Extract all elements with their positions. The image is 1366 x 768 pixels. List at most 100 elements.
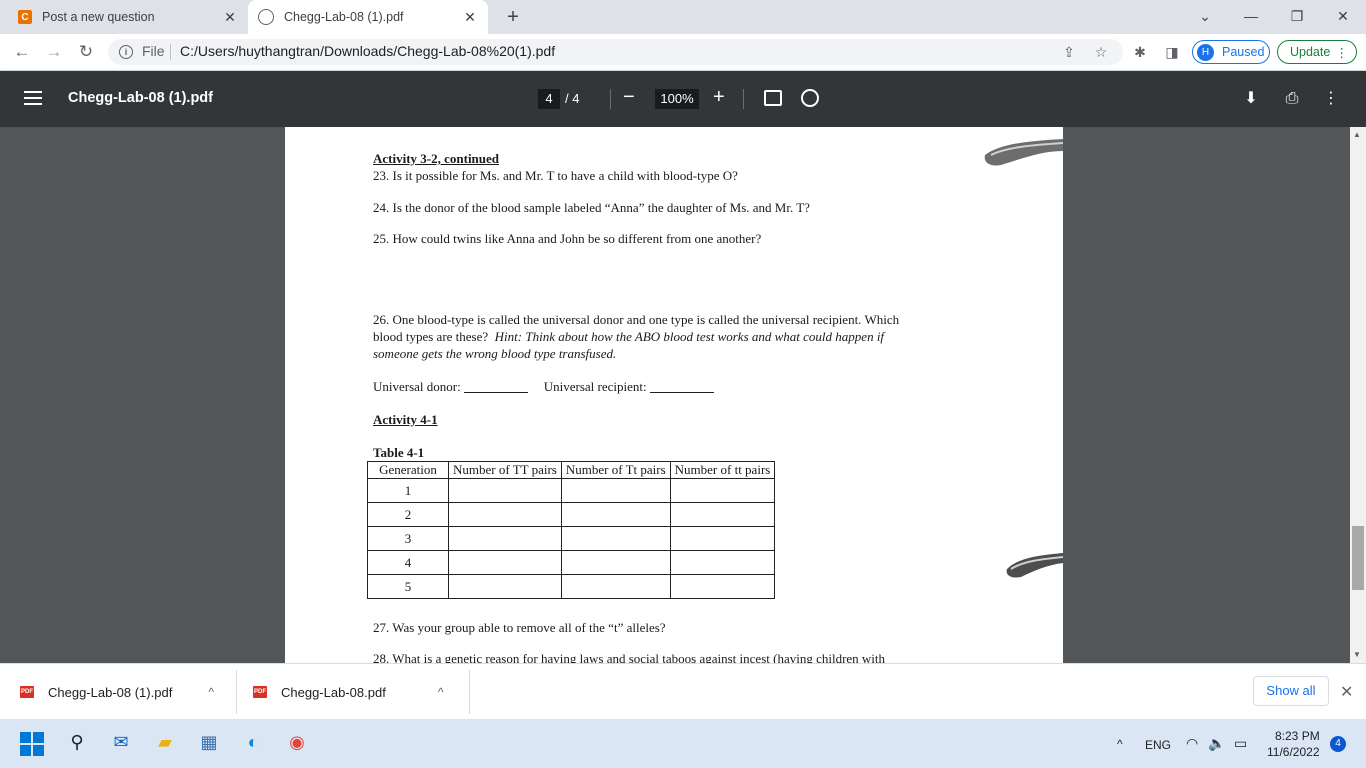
- tab-pdf[interactable]: Chegg-Lab-08 (1).pdf ✕: [248, 0, 488, 34]
- activity-heading-continued: Activity 3-2, continued: [373, 151, 500, 166]
- generation-cell: 3: [367, 526, 449, 551]
- chrome-icon[interactable]: ◉: [284, 729, 310, 755]
- profile-button[interactable]: H Paused: [1192, 40, 1270, 64]
- table-cell: [448, 526, 562, 551]
- url-text[interactable]: C:/Users/huythangtran/Downloads/Chegg-La…: [180, 43, 555, 59]
- pdf-file-icon: PDF: [253, 686, 267, 698]
- close-tab-icon[interactable]: ✕: [462, 9, 478, 26]
- clock-time[interactable]: 8:23 PM: [1275, 729, 1320, 743]
- universal-donor-blank: [463, 392, 528, 393]
- info-icon[interactable]: i: [119, 45, 133, 59]
- table-4-1: Generation Number of TT pairs Number of …: [367, 461, 776, 599]
- download-divider: [469, 670, 470, 714]
- zoom-out-button[interactable]: −: [623, 86, 635, 109]
- kebab-menu-icon: ⋮: [1335, 45, 1349, 60]
- hamburger-menu-icon[interactable]: [24, 91, 42, 105]
- language-indicator[interactable]: ENG: [1145, 738, 1171, 752]
- question-26-line2: blood types are these? Hint: Think about…: [373, 329, 884, 345]
- scroll-down-arrow-icon[interactable]: ▼: [1353, 650, 1361, 659]
- tray-chevron-icon[interactable]: ^: [1117, 737, 1123, 751]
- universal-donor-label: Universal donor:: [373, 379, 461, 394]
- tab-search-icon[interactable]: ⌄: [1182, 0, 1228, 34]
- address-separator: [170, 44, 171, 60]
- download-divider: [236, 670, 237, 714]
- table-row: 4: [367, 550, 776, 575]
- binder-ring-shadow-top: [984, 139, 1063, 166]
- mail-icon[interactable]: ✉: [108, 729, 134, 755]
- table-cell: [448, 574, 562, 599]
- reload-button[interactable]: ↻: [74, 40, 98, 64]
- edge-icon[interactable]: ◐: [240, 729, 266, 755]
- column-header: Number of TT pairs: [448, 461, 562, 479]
- question-26-text: blood types are these?: [373, 329, 489, 344]
- generation-cell: 2: [367, 502, 449, 527]
- profile-status: Paused: [1222, 45, 1265, 59]
- fit-to-page-icon[interactable]: [764, 90, 782, 106]
- question-23: 23. Is it possible for Ms. and Mr. T to …: [373, 168, 738, 183]
- windows-start-icon[interactable]: [20, 732, 44, 756]
- bookmark-star-icon[interactable]: ☆: [1090, 41, 1112, 63]
- battery-icon[interactable]: ▭: [1234, 735, 1247, 752]
- question-24: 24. Is the donor of the blood sample lab…: [373, 200, 810, 215]
- table-cell: [669, 478, 776, 503]
- table-row: 3: [367, 526, 776, 551]
- file-explorer-icon[interactable]: ▰: [152, 729, 178, 755]
- rotate-icon[interactable]: [801, 89, 819, 107]
- table-header-row: Generation Number of TT pairs Number of …: [367, 461, 776, 479]
- clock-date[interactable]: 11/6/2022: [1267, 745, 1320, 759]
- table-cell: [669, 502, 776, 527]
- download-item[interactable]: PDF Chegg-Lab-08.pdf ^: [253, 676, 443, 708]
- universal-recipient-blank: [649, 392, 714, 393]
- download-icon[interactable]: ⬇: [1240, 88, 1262, 110]
- zoom-level-input[interactable]: 100%: [655, 89, 699, 109]
- table-cell: [669, 550, 776, 575]
- download-item[interactable]: PDF Chegg-Lab-08 (1).pdf ^: [20, 676, 214, 708]
- volume-icon[interactable]: 🔈: [1208, 735, 1225, 752]
- scroll-up-arrow-icon[interactable]: ▲: [1353, 130, 1361, 139]
- close-window-button[interactable]: ✕: [1320, 0, 1366, 34]
- close-downloads-icon[interactable]: ✕: [1340, 682, 1353, 702]
- table-cell: [669, 526, 776, 551]
- table-title: Table 4-1: [373, 445, 425, 460]
- table-cell: [448, 502, 562, 527]
- minimize-button[interactable]: —: [1228, 0, 1274, 34]
- side-panel-icon[interactable]: ◨: [1161, 41, 1183, 63]
- search-icon[interactable]: ⚲: [64, 729, 90, 755]
- page-number-input[interactable]: 4: [538, 89, 560, 109]
- table-cell: [560, 574, 671, 599]
- question-26-line3: someone gets the wrong blood type transf…: [373, 346, 617, 361]
- wifi-icon[interactable]: ◠: [1186, 735, 1198, 752]
- restore-button[interactable]: ❐: [1274, 0, 1320, 34]
- question-25: 25. How could twins like Anna and John b…: [373, 231, 762, 246]
- new-tab-button[interactable]: +: [500, 4, 526, 30]
- avatar: H: [1197, 43, 1214, 61]
- scrollbar-thumb[interactable]: [1352, 526, 1364, 590]
- question-26-hint: Hint: Think about how the ABO blood test…: [494, 329, 885, 344]
- generation-cell: 1: [367, 478, 449, 503]
- pdf-viewer[interactable]: Activity 3-2, continued 23. Is it possib…: [0, 127, 1350, 663]
- table-row: 5: [367, 574, 776, 599]
- chevron-up-icon[interactable]: ^: [208, 685, 214, 699]
- tab-post-question[interactable]: C Post a new question ✕: [8, 0, 248, 34]
- show-all-button[interactable]: Show all: [1253, 676, 1329, 706]
- share-icon[interactable]: ⇪: [1058, 41, 1080, 63]
- universal-recipient-label: Universal recipient:: [543, 379, 647, 394]
- extensions-puzzle-icon[interactable]: ✱: [1129, 41, 1151, 63]
- chevron-up-icon[interactable]: ^: [438, 685, 444, 699]
- table-cell: [669, 574, 776, 599]
- column-header: Number of tt pairs: [669, 461, 776, 479]
- forward-button[interactable]: →: [42, 40, 66, 64]
- column-header: Generation: [367, 461, 449, 479]
- table-cell: [560, 526, 671, 551]
- generation-cell: 5: [367, 574, 449, 599]
- zoom-in-button[interactable]: +: [713, 86, 725, 109]
- notification-badge[interactable]: 4: [1330, 736, 1346, 752]
- store-icon[interactable]: ▦: [196, 729, 222, 755]
- download-filename: Chegg-Lab-08 (1).pdf: [48, 684, 173, 700]
- generation-cell: 4: [367, 550, 449, 575]
- back-button[interactable]: ←: [10, 40, 34, 64]
- close-tab-icon[interactable]: ✕: [222, 9, 238, 26]
- more-actions-icon[interactable]: ⋮: [1320, 88, 1342, 110]
- update-button[interactable]: Update ⋮: [1277, 40, 1357, 64]
- print-icon[interactable]: ⎙: [1281, 88, 1303, 110]
